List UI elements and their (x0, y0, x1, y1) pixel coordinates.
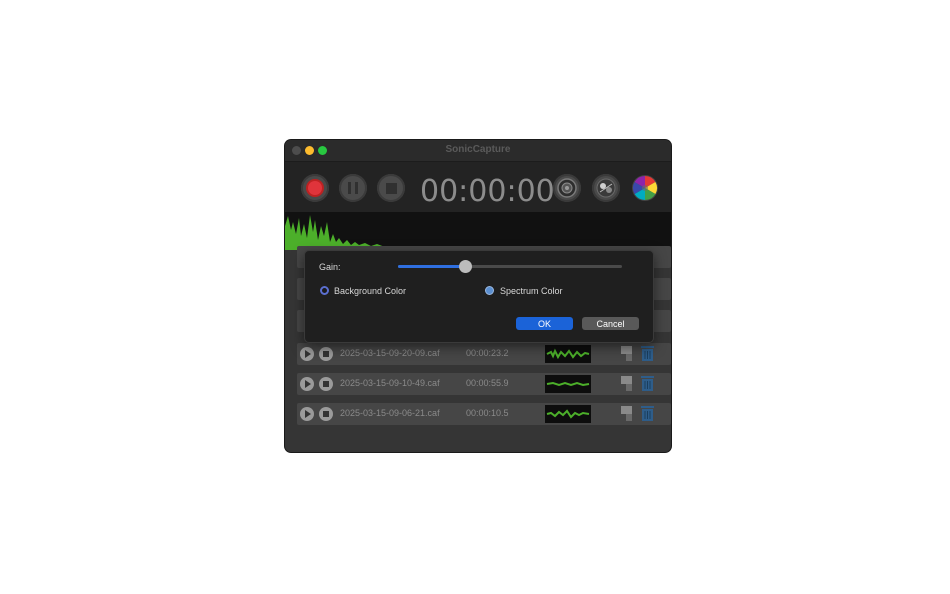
stop-row-button[interactable] (319, 377, 333, 391)
play-button[interactable] (300, 347, 314, 361)
cancel-button[interactable]: Cancel (582, 317, 639, 330)
stop-row-button[interactable] (319, 407, 333, 421)
recording-filename: 2025-03-15-09-06-21.caf (340, 408, 440, 418)
speaker-icon (557, 178, 577, 198)
spectrum-graph (285, 215, 671, 250)
pause-icon (348, 182, 358, 194)
stop-button[interactable] (377, 174, 405, 202)
settings-button[interactable] (592, 174, 620, 202)
spectrum-color-well[interactable] (485, 286, 494, 295)
background-color-label: Background Color (334, 286, 407, 296)
speaker-button[interactable] (553, 174, 581, 202)
color-button[interactable] (631, 174, 659, 202)
save-icon[interactable] (621, 376, 632, 391)
gain-slider[interactable] (398, 260, 622, 273)
save-icon[interactable] (621, 346, 632, 361)
trash-icon[interactable] (641, 346, 654, 361)
trash-icon[interactable] (641, 406, 654, 421)
table-row[interactable]: 2025-03-15-09-10-49.caf 00:00:55.9 (297, 373, 671, 395)
waveform-thumbnail (545, 375, 591, 393)
gain-slider-thumb[interactable] (459, 260, 473, 273)
color-wheel-icon (632, 175, 658, 201)
sliders-icon (596, 178, 616, 198)
record-icon (308, 181, 322, 195)
gain-label: Gain: (319, 262, 341, 272)
spectrum-display (285, 212, 671, 250)
title-bar: SonicCapture (285, 140, 671, 162)
recording-duration: 00:00:55.9 (466, 378, 509, 388)
waveform-thumbnail (545, 345, 591, 363)
play-icon (305, 410, 311, 418)
recording-duration: 00:00:10.5 (466, 408, 509, 418)
ok-button[interactable]: OK (516, 317, 573, 330)
stop-icon (385, 182, 397, 194)
table-row[interactable]: 2025-03-15-09-20-09.caf 00:00:23.2 (297, 343, 671, 365)
stop-row-button[interactable] (319, 347, 333, 361)
elapsed-timer: 00:00:00 (420, 174, 555, 209)
settings-sheet: Gain: Background Color Spectrum Color OK… (304, 250, 654, 343)
stop-icon (323, 351, 329, 357)
pause-button[interactable] (339, 174, 367, 202)
recording-duration: 00:00:23.2 (466, 348, 509, 358)
background-color-well[interactable] (320, 286, 329, 295)
toolbar: 00:00:00 (285, 162, 671, 212)
recording-filename: 2025-03-15-09-10-49.caf (340, 378, 440, 388)
table-row[interactable]: 2025-03-15-09-06-21.caf 00:00:10.5 (297, 403, 671, 425)
play-button[interactable] (300, 377, 314, 391)
window-title: SonicCapture (445, 144, 511, 155)
gain-slider-fill (398, 265, 466, 268)
recording-filename: 2025-03-15-09-20-09.caf (340, 348, 440, 358)
stop-icon (323, 381, 329, 387)
save-icon[interactable] (621, 406, 632, 421)
play-icon (305, 380, 311, 388)
stop-icon (323, 411, 329, 417)
record-button[interactable] (301, 174, 329, 202)
spectrum-color-label: Spectrum Color (500, 286, 563, 296)
waveform-thumbnail (545, 405, 591, 423)
trash-icon[interactable] (641, 376, 654, 391)
play-icon (305, 350, 311, 358)
play-button[interactable] (300, 407, 314, 421)
